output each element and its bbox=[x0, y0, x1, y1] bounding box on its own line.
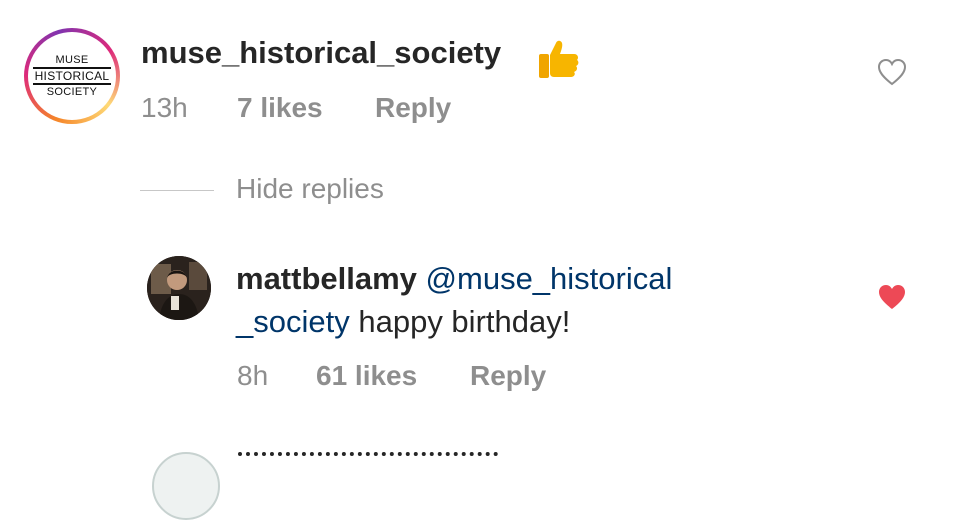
reply-mention-part-1: @muse_historical bbox=[425, 261, 673, 296]
avatar-mattbellamy[interactable] bbox=[147, 256, 211, 320]
hide-replies-button[interactable]: Hide replies bbox=[236, 173, 384, 205]
comment-username[interactable]: muse_historical_society bbox=[141, 35, 501, 71]
reply-username[interactable]: mattbellamy bbox=[236, 261, 417, 296]
avatar-inner: MUSE HISTORICAL SOCIETY bbox=[28, 32, 116, 120]
next-comment-avatar[interactable] bbox=[152, 452, 220, 520]
reply-likes[interactable]: 61 likes bbox=[316, 360, 417, 392]
logo-line-3: SOCIETY bbox=[46, 86, 98, 98]
reply-body: mattbellamy @muse_historical _society hap… bbox=[236, 257, 836, 343]
thumbs-up-icon bbox=[536, 37, 580, 85]
avatar-muse-historical-society[interactable]: MUSE HISTORICAL SOCIETY bbox=[24, 28, 120, 124]
comment-reply-button[interactable]: Reply bbox=[375, 92, 451, 124]
hide-replies-divider bbox=[140, 190, 214, 191]
reply-reply-button[interactable]: Reply bbox=[470, 360, 546, 392]
comment-time: 13h bbox=[141, 92, 188, 123]
logo-line-1: MUSE bbox=[55, 54, 89, 66]
next-comment-text bbox=[238, 452, 498, 468]
comment-likes[interactable]: 7 likes bbox=[237, 92, 323, 124]
heart-filled-icon[interactable] bbox=[877, 283, 907, 311]
reply-mention-part-2: _society bbox=[236, 304, 350, 339]
reply-time: 8h bbox=[237, 360, 269, 391]
muse-logo: MUSE HISTORICAL SOCIETY bbox=[30, 34, 114, 118]
heart-outline-icon[interactable] bbox=[877, 58, 907, 86]
reply-message: happy birthday! bbox=[358, 304, 571, 339]
logo-line-2: HISTORICAL bbox=[32, 67, 112, 85]
